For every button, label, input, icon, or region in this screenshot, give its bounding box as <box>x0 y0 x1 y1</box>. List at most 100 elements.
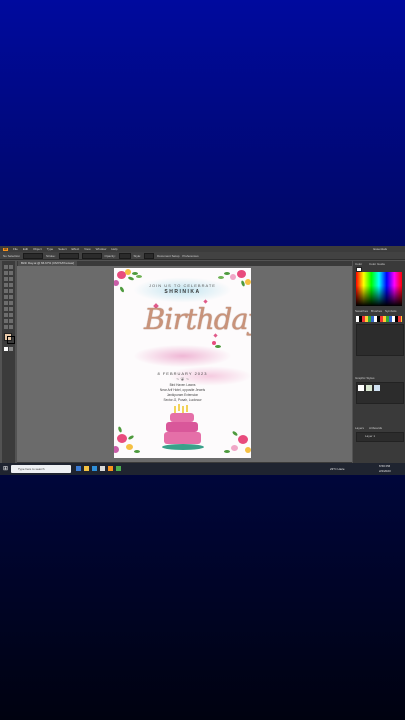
taskbar-search-box[interactable]: Type here to search <box>11 465 71 473</box>
swatches-panel-tab[interactable]: Swatches <box>355 309 368 313</box>
stroke-color-icon[interactable] <box>7 336 15 344</box>
illustrator-window: Ai File Edit Object Type Select Effect V… <box>0 246 405 475</box>
menu-window[interactable]: Window <box>96 247 107 251</box>
color-guide-panel-tab[interactable]: Color Guide <box>369 262 385 266</box>
selection-tool-icon[interactable] <box>4 265 8 269</box>
candle-icon <box>174 406 176 413</box>
symbols-panel-tab[interactable]: Symbols <box>385 309 397 313</box>
windows-start-icon[interactable]: ⊞ <box>3 466 9 472</box>
fill-swatch[interactable] <box>23 252 44 259</box>
zoom-tool-icon[interactable] <box>9 325 13 329</box>
artboard-invitation[interactable]: JOIN US TO CELEBRATE SHRINIKA Birthday 8… <box>114 268 251 458</box>
line-tool-icon[interactable] <box>4 283 8 287</box>
canvas-area[interactable]: JOIN US TO CELEBRATE SHRINIKA Birthday 8… <box>17 266 352 475</box>
menu-edit[interactable]: Edit <box>23 247 28 251</box>
layer-row[interactable]: Layer 1 <box>365 434 375 438</box>
document-setup-button[interactable]: Document Setup <box>157 254 179 258</box>
search-placeholder: Type here to search <box>18 467 45 471</box>
gradient-tool-icon[interactable] <box>9 313 13 317</box>
file-explorer-icon[interactable] <box>84 466 89 471</box>
brush-field[interactable] <box>81 252 102 259</box>
clock-time[interactable]: 6:50 PM <box>379 464 390 468</box>
opacity-label: Opacity: <box>104 253 116 258</box>
venue-line-3: Jankipuram Extension <box>166 393 199 397</box>
shape-builder-tool-icon[interactable] <box>4 307 8 311</box>
stroke-field[interactable] <box>58 252 79 259</box>
menu-view[interactable]: View <box>84 247 90 251</box>
weather-widget[interactable]: 23°C Haze <box>330 467 345 471</box>
menu-help[interactable]: Help <box>111 247 117 251</box>
chrome-icon[interactable] <box>116 466 121 471</box>
preferences-button[interactable]: Preferences <box>182 254 198 258</box>
invite-name: SHRINIKA <box>164 289 201 295</box>
flower-icon <box>238 435 248 444</box>
layers-panel-tab[interactable]: Layers <box>355 426 364 430</box>
paintbrush-tool-icon[interactable] <box>4 289 8 293</box>
hand-tool-icon[interactable] <box>4 325 8 329</box>
workspace-switcher[interactable]: Essentials <box>373 247 387 251</box>
scale-tool-icon[interactable] <box>9 295 13 299</box>
cake-tier-middle <box>166 422 198 432</box>
lasso-tool-icon[interactable] <box>9 271 13 275</box>
magic-wand-tool-icon[interactable] <box>4 271 8 275</box>
color-spectrum[interactable] <box>356 272 402 306</box>
menu-type[interactable]: Type <box>47 247 54 251</box>
clock-date[interactable]: 2/2/2023 <box>379 469 391 473</box>
opacity-field[interactable] <box>118 252 131 259</box>
artboards-panel-tab[interactable]: Artboards <box>369 426 382 430</box>
birthday-script-title: Birthday <box>144 302 251 336</box>
mesh-tool-icon[interactable] <box>4 313 8 317</box>
flower-icon <box>125 269 131 275</box>
app-logo: Ai <box>3 246 8 251</box>
free-transform-tool-icon[interactable] <box>9 301 13 305</box>
panels-dock: Color Color Guide Swatches Brushes Symbo… <box>353 261 405 475</box>
width-tool-icon[interactable] <box>4 301 8 305</box>
selection-label: No Selection <box>3 253 21 258</box>
tools-panel <box>2 261 15 475</box>
leaf-icon <box>127 434 135 441</box>
style-thumbnail[interactable] <box>366 385 372 391</box>
cake-tier-bottom <box>164 432 201 444</box>
flower-icon <box>237 270 246 278</box>
menu-select[interactable]: Select <box>58 247 66 251</box>
illustrator-taskbar-icon[interactable] <box>108 466 113 471</box>
color-panel-tab[interactable]: Color <box>355 262 362 266</box>
store-icon[interactable] <box>100 466 105 471</box>
style-thumbnail[interactable] <box>358 385 364 391</box>
control-bar: No Selection Stroke: Opacity: Style: Doc… <box>0 252 405 260</box>
pen-tool-icon[interactable] <box>4 277 8 281</box>
rotate-tool-icon[interactable] <box>4 295 8 299</box>
menu-effect[interactable]: Effect <box>72 247 80 251</box>
candle-icon <box>178 404 180 411</box>
flower-icon <box>114 446 119 453</box>
type-tool-icon[interactable] <box>9 277 13 281</box>
venue-line-1: Bird Haven Lawns <box>169 383 196 387</box>
graphic-styles-panel-tab[interactable]: Graphic Styles <box>355 376 375 380</box>
blend-tool-icon[interactable] <box>9 319 13 323</box>
direct-selection-tool-icon[interactable] <box>9 265 13 269</box>
style-thumbnail[interactable] <box>374 385 380 391</box>
swatches-grid[interactable] <box>356 316 402 322</box>
leaf-icon <box>136 275 142 278</box>
rectangle-tool-icon[interactable] <box>9 283 13 287</box>
leaf-icon <box>231 430 239 437</box>
menu-object[interactable]: Object <box>33 247 42 251</box>
flower-icon <box>231 445 238 451</box>
pencil-tool-icon[interactable] <box>9 289 13 293</box>
perspective-grid-tool-icon[interactable] <box>9 307 13 311</box>
flower-icon <box>117 434 127 443</box>
style-field[interactable] <box>144 252 155 259</box>
brushes-panel-tab[interactable]: Brushes <box>371 309 382 313</box>
flower-icon <box>245 447 251 453</box>
screen-mode-icon[interactable] <box>9 347 13 351</box>
leaf-icon <box>134 450 140 453</box>
fill-mode-icon[interactable] <box>4 347 8 351</box>
venue-line-2: Near Arif Hotel, opposite Jewels <box>159 388 206 392</box>
cake-plate <box>162 444 204 450</box>
eyedropper-tool-icon[interactable] <box>4 319 8 323</box>
menu-file[interactable]: File <box>13 247 18 251</box>
task-view-icon[interactable] <box>76 466 81 471</box>
edge-browser-icon[interactable] <box>92 466 97 471</box>
taskbar: ⊞ Type here to search 23°C Haze 6:50 PM … <box>0 463 405 475</box>
style-label: Style: <box>133 253 142 258</box>
